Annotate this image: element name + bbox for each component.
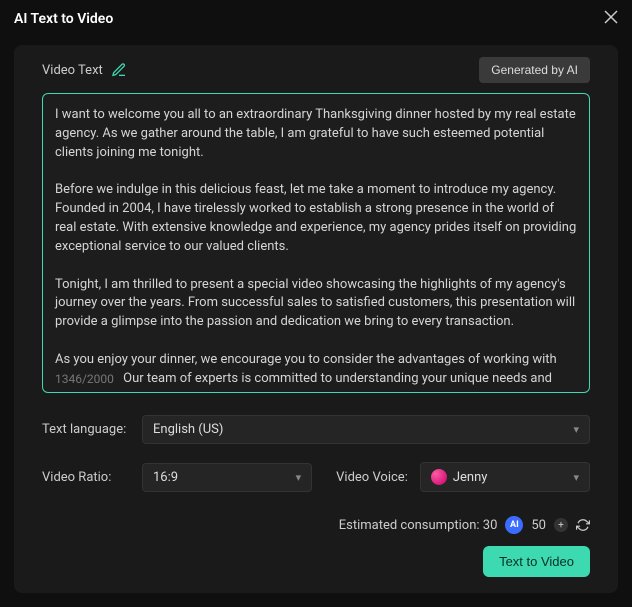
video-text-input[interactable]	[43, 94, 589, 388]
character-counter: 1346/2000	[55, 372, 120, 386]
edit-icon[interactable]	[111, 62, 127, 78]
footer: Estimated consumption: 30 AI 50 + Text t…	[42, 516, 590, 577]
submit-row: Text to Video	[483, 546, 590, 577]
voice-value: Jenny	[453, 470, 488, 485]
consumption-row: Estimated consumption: 30 AI 50 +	[339, 516, 590, 534]
video-text-field-wrap: 1346/2000	[42, 93, 590, 393]
add-credits-button[interactable]: +	[554, 518, 568, 532]
language-value: English (US)	[153, 422, 223, 437]
text-to-video-button[interactable]: Text to Video	[483, 546, 590, 577]
voice-value-wrap: Jenny	[431, 469, 488, 485]
window-title: AI Text to Video	[14, 11, 113, 27]
ai-credits-icon: AI	[505, 516, 523, 534]
voice-avatar-icon	[431, 469, 447, 485]
content-panel: Video Text Generated by AI 1346/2000 Tex…	[14, 45, 618, 593]
generated-by-ai-button[interactable]: Generated by AI	[479, 57, 590, 83]
form-rows: Text language: English (US) ▾ Video Rati…	[42, 415, 590, 492]
video-text-label: Video Text	[42, 62, 127, 78]
chevron-down-icon: ▾	[573, 471, 579, 484]
voice-select[interactable]: Jenny ▾	[420, 462, 590, 492]
voice-label: Video Voice:	[336, 470, 408, 485]
close-icon[interactable]	[604, 10, 618, 27]
chevron-down-icon: ▾	[573, 423, 579, 436]
chevron-down-icon: ▾	[296, 471, 302, 484]
language-row: Text language: English (US) ▾	[42, 415, 590, 444]
editor-label-row: Video Text Generated by AI	[42, 57, 590, 83]
consumption-label: Estimated consumption: 30	[339, 518, 498, 533]
refresh-icon[interactable]	[576, 518, 590, 532]
ai-text-to-video-window: AI Text to Video Video Text Generated by…	[0, 0, 632, 607]
ratio-label: Video Ratio:	[42, 470, 130, 485]
window-header: AI Text to Video	[0, 0, 632, 37]
credits-value: 50	[531, 518, 546, 533]
ratio-select[interactable]: 16:9 ▾	[142, 463, 312, 492]
video-text-label-text: Video Text	[42, 63, 103, 78]
ratio-value: 16:9	[153, 470, 178, 485]
ratio-voice-row: Video Ratio: 16:9 ▾ Video Voice: Jenny ▾	[42, 462, 590, 492]
language-select[interactable]: English (US) ▾	[142, 415, 590, 444]
language-label: Text language:	[42, 422, 130, 437]
